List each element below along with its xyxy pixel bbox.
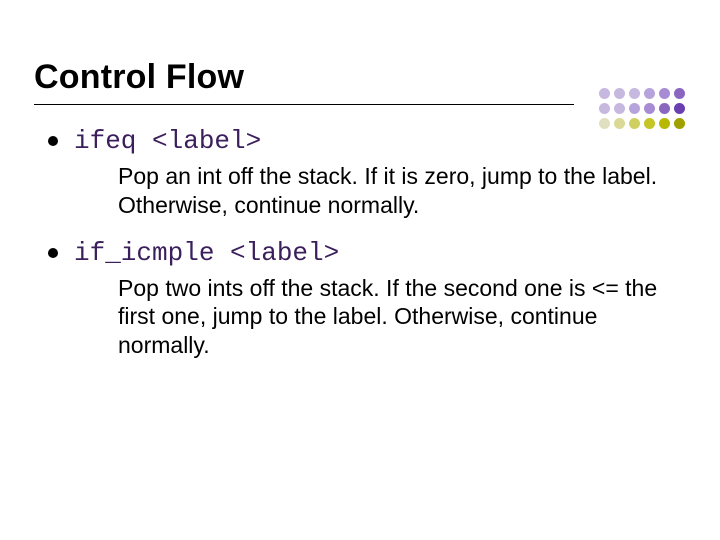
- decorative-dot-icon: [614, 103, 625, 114]
- decorative-dot-icon: [659, 88, 670, 99]
- code-ificmple: if_icmple <label>: [74, 238, 339, 268]
- page-title: Control Flow: [34, 58, 660, 97]
- title-wrap: Control Flow: [34, 58, 660, 97]
- code-ifeq: ifeq <label>: [74, 126, 261, 156]
- decorative-dot-icon: [674, 88, 685, 99]
- decorative-dot-icon: [644, 103, 655, 114]
- title-underline: [34, 104, 574, 105]
- decorative-dot-icon: [674, 118, 685, 129]
- desc-ificmple: Pop two ints off the stack. If the secon…: [118, 274, 672, 360]
- decorative-dot-grid: [599, 88, 686, 130]
- bullet-marker-icon: [48, 248, 58, 258]
- desc-ifeq: Pop an int off the stack. If it is zero,…: [118, 162, 672, 220]
- decorative-dot-icon: [659, 103, 670, 114]
- decorative-dot-icon: [599, 103, 610, 114]
- decorative-dot-icon: [644, 88, 655, 99]
- bullet-item-ifeq: ifeq <label>: [48, 126, 672, 156]
- slide-body: ifeq <label> Pop an int off the stack. I…: [48, 126, 672, 378]
- decorative-dot-icon: [614, 88, 625, 99]
- decorative-dot-icon: [629, 103, 640, 114]
- decorative-dot-icon: [674, 103, 685, 114]
- slide: Control Flow ifeq <label> Pop an int off…: [0, 0, 720, 540]
- decorative-dot-icon: [629, 88, 640, 99]
- bullet-item-ificmple: if_icmple <label>: [48, 238, 672, 268]
- bullet-marker-icon: [48, 136, 58, 146]
- decorative-dot-icon: [599, 88, 610, 99]
